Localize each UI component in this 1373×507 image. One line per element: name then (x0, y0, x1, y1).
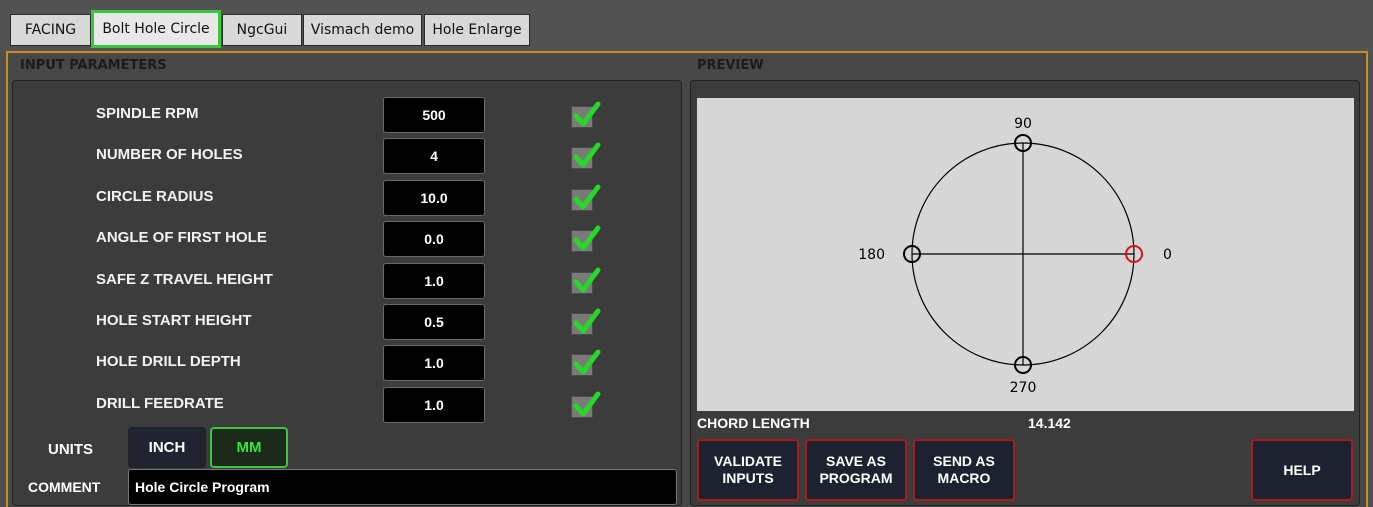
inch-button[interactable]: INCH (128, 427, 206, 468)
valid-check-icon (571, 308, 601, 335)
valid-check-icon (571, 225, 601, 252)
tab-facing[interactable]: FACING (10, 14, 91, 46)
hole-start-height-input[interactable]: 0.5 (383, 304, 485, 340)
comment-value: Hole Circle Program (135, 479, 270, 495)
param-label: HOLE DRILL DEPTH (96, 353, 241, 370)
angle-label-180: 180 (858, 247, 885, 263)
drill-feedrate-input[interactable]: 1.0 (383, 387, 485, 423)
valid-check-icon (571, 349, 601, 376)
param-label: SPINDLE RPM (96, 105, 199, 122)
units-label: UNITS (48, 441, 93, 458)
tab-hole-enlarge[interactable]: Hole Enlarge (424, 14, 530, 46)
circle-radius-input[interactable]: 10.0 (383, 180, 485, 216)
angle-label-90: 90 (1014, 116, 1032, 132)
preview-title: PREVIEW (697, 58, 764, 73)
comment-label: COMMENT (28, 479, 101, 495)
save-as-program-button[interactable]: SAVE AS PROGRAM (805, 439, 907, 501)
tab-ngcgui[interactable]: NgcGui (222, 14, 302, 46)
valid-check-icon (571, 184, 601, 211)
mm-button[interactable]: MM (210, 427, 288, 468)
valid-check-icon (571, 391, 601, 418)
valid-check-icon (571, 142, 601, 169)
param-label: DRILL FEEDRATE (96, 395, 224, 412)
param-label: SAFE Z TRAVEL HEIGHT (96, 271, 273, 288)
tab-bolt-hole-circle[interactable]: Bolt Hole Circle (91, 10, 221, 48)
param-label: NUMBER OF HOLES (96, 146, 243, 163)
angle-label-270: 270 (1010, 380, 1037, 396)
preview-canvas: 90 180 0 270 (697, 98, 1354, 411)
tab-vismach-demo[interactable]: Vismach demo (303, 14, 422, 46)
help-button[interactable]: HELP (1251, 439, 1353, 501)
send-as-macro-button[interactable]: SEND AS MACRO (913, 439, 1015, 501)
param-label: HOLE START HEIGHT (96, 312, 252, 329)
hole-drill-depth-input[interactable]: 1.0 (383, 345, 485, 381)
validate-inputs-button[interactable]: VALIDATE INPUTS (697, 439, 799, 501)
safe-z-travel-height-input[interactable]: 1.0 (383, 263, 485, 299)
param-label: ANGLE OF FIRST HOLE (96, 229, 267, 246)
valid-check-icon (571, 267, 601, 294)
valid-check-icon (571, 101, 601, 128)
bolt-circle-diagram: 90 180 0 270 (858, 116, 1172, 396)
tab-bar: FACING Bolt Hole Circle NgcGui Vismach d… (0, 0, 1373, 52)
spindle-rpm-input[interactable]: 500 (383, 97, 485, 133)
angle-label-0: 0 (1163, 247, 1172, 263)
chord-length-label: CHORD LENGTH (697, 415, 810, 431)
input-parameters-title: INPUT PARAMETERS (20, 58, 167, 73)
angle-of-first-hole-input[interactable]: 0.0 (383, 221, 485, 257)
param-label: CIRCLE RADIUS (96, 188, 214, 205)
number-of-holes-input[interactable]: 4 (383, 138, 485, 174)
comment-field[interactable]: Hole Circle Program (128, 469, 677, 505)
chord-length-value: 14.142 (1028, 415, 1071, 431)
